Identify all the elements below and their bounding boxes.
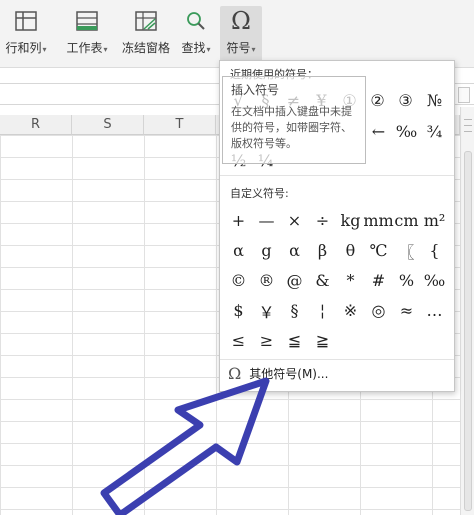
worksheet-button[interactable]: 工作表▾ bbox=[64, 6, 110, 62]
custom-symbol[interactable]: & bbox=[309, 267, 336, 294]
custom-symbol[interactable]: 〖 bbox=[393, 237, 420, 264]
toolbar: 行和列▾ 工作表▾ 冻结窗格 查找▾ Ω 符号▾ bbox=[0, 0, 474, 68]
freeze-panes-button[interactable]: 冻结窗格 bbox=[120, 6, 172, 62]
chevron-down-icon: ▾ bbox=[103, 45, 108, 54]
custom-symbol[interactable]: α bbox=[225, 237, 252, 264]
tooltip-title: 插入符号 bbox=[231, 83, 280, 97]
custom-symbol[interactable]: θ bbox=[337, 237, 364, 264]
custom-symbol[interactable]: % bbox=[393, 267, 420, 294]
custom-symbol[interactable]: * bbox=[337, 267, 364, 294]
worksheet-icon bbox=[72, 6, 102, 36]
custom-symbol[interactable]: ¦ bbox=[309, 297, 336, 324]
freeze-panes-label: 冻结窗格 bbox=[121, 41, 170, 55]
recent-symbol[interactable]: ← bbox=[365, 118, 392, 145]
column-header[interactable]: S bbox=[72, 115, 144, 135]
chevron-down-icon: ▾ bbox=[42, 45, 47, 54]
custom-symbol[interactable]: g bbox=[253, 237, 280, 264]
custom-symbol[interactable]: ÷ bbox=[309, 207, 336, 234]
more-symbols-item[interactable]: Ω 其他符号(M)... bbox=[228, 361, 328, 385]
recent-symbol[interactable]: № bbox=[421, 87, 448, 114]
custom-symbol[interactable]: × bbox=[281, 207, 308, 234]
omega-icon: Ω bbox=[231, 7, 251, 35]
omega-icon: Ω bbox=[228, 363, 242, 383]
column-header[interactable]: R bbox=[0, 115, 72, 135]
custom-symbol[interactable]: cm bbox=[393, 207, 420, 234]
custom-symbol[interactable]: ℃ bbox=[365, 237, 392, 264]
custom-symbol[interactable]: # bbox=[365, 267, 392, 294]
symbol-label: 符号 bbox=[226, 41, 251, 55]
symbol-button[interactable]: Ω 符号▾ bbox=[220, 6, 262, 62]
custom-symbol[interactable]: m² bbox=[421, 207, 448, 234]
expand-formula-icon[interactable] bbox=[458, 87, 470, 103]
recent-symbol[interactable]: ③ bbox=[392, 87, 419, 114]
custom-symbol[interactable]: ≤ bbox=[225, 327, 252, 354]
vertical-scrollbar[interactable] bbox=[460, 107, 474, 515]
find-label: 查找 bbox=[181, 41, 206, 55]
more-symbols-label: 其他符号(M)... bbox=[249, 366, 329, 381]
find-button[interactable]: 查找▾ bbox=[178, 6, 214, 62]
custom-symbol[interactable]: ≦ bbox=[281, 327, 308, 354]
custom-symbol[interactable]: kg bbox=[337, 207, 364, 234]
worksheet-label: 工作表 bbox=[66, 41, 103, 55]
custom-symbol[interactable]: ※ bbox=[337, 297, 364, 324]
rows-columns-button[interactable]: 行和列▾ bbox=[5, 6, 47, 62]
custom-symbol[interactable]: @ bbox=[281, 267, 308, 294]
insert-symbol-tooltip: 插入符号 在文档中插入键盘中未提供的符号，如带圈字符、版权符号等。 bbox=[222, 76, 366, 164]
custom-symbol[interactable]: β bbox=[309, 237, 336, 264]
custom-symbol[interactable]: © bbox=[225, 267, 252, 294]
custom-symbol[interactable]: { bbox=[421, 237, 448, 264]
recent-symbol[interactable]: ② bbox=[364, 87, 391, 114]
custom-symbol[interactable]: ≥ bbox=[253, 327, 280, 354]
freeze-panes-icon bbox=[131, 6, 161, 36]
chevron-down-icon: ▾ bbox=[206, 45, 211, 54]
custom-symbol[interactable]: ◎ bbox=[365, 297, 392, 324]
custom-symbol[interactable]: α bbox=[281, 237, 308, 264]
recent-symbol[interactable]: ‰ bbox=[393, 118, 420, 145]
custom-symbol[interactable]: — bbox=[253, 207, 280, 234]
custom-symbol[interactable]: ® bbox=[253, 267, 280, 294]
column-header[interactable]: T bbox=[144, 115, 216, 135]
custom-symbol[interactable]: ≧ bbox=[309, 327, 336, 354]
custom-symbol[interactable]: + bbox=[225, 207, 252, 234]
chevron-down-icon: ▾ bbox=[251, 45, 256, 54]
custom-symbol[interactable]: ‰ bbox=[421, 267, 448, 294]
custom-symbol[interactable]: ≈ bbox=[393, 297, 420, 324]
search-icon bbox=[181, 6, 211, 36]
scrollbar-thumb[interactable] bbox=[464, 151, 472, 511]
tooltip-body: 在文档中插入键盘中未提供的符号，如带圈字符、版权符号等。 bbox=[231, 105, 352, 150]
custom-symbol[interactable]: § bbox=[281, 297, 308, 324]
custom-symbol[interactable]: … bbox=[421, 297, 448, 324]
rows-columns-icon bbox=[11, 6, 41, 36]
custom-symbol[interactable]: $ bbox=[225, 297, 252, 324]
custom-symbol[interactable]: mm bbox=[363, 207, 393, 234]
recent-symbol[interactable]: ¾ bbox=[421, 118, 448, 145]
custom-symbols-title: 自定义符号: bbox=[230, 187, 289, 200]
rows-columns-label: 行和列 bbox=[5, 41, 42, 55]
custom-symbol[interactable]: ￥ bbox=[253, 297, 280, 324]
